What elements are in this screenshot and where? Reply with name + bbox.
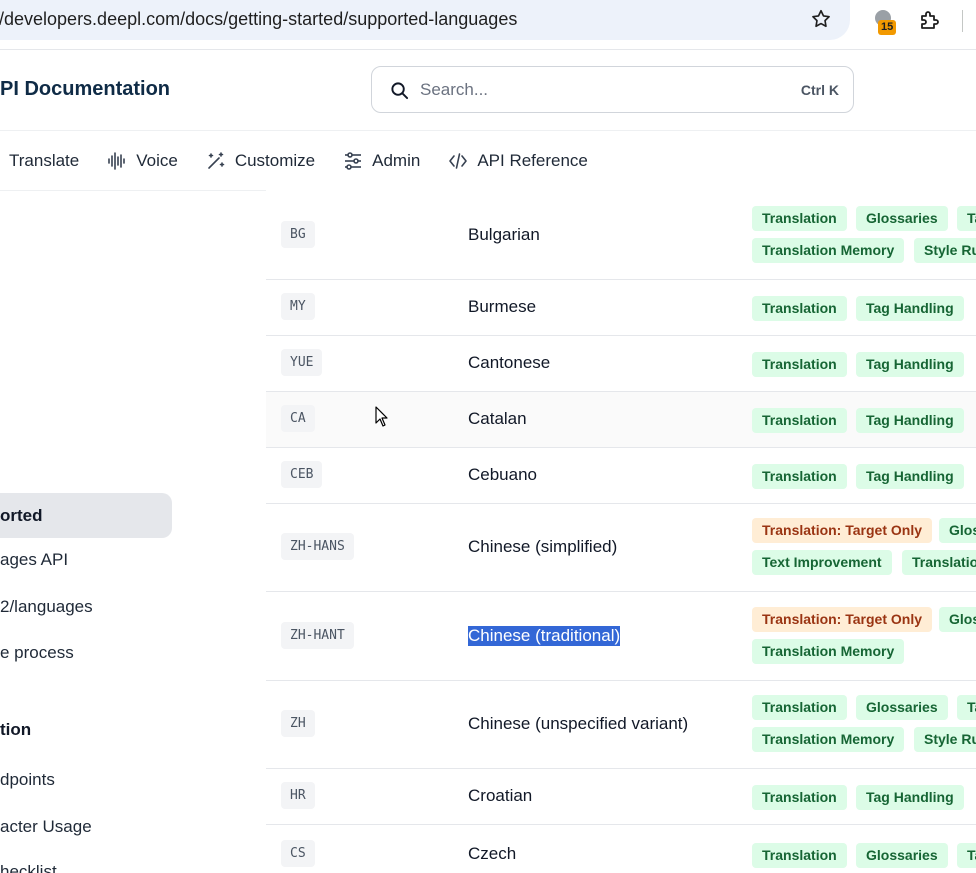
language-code: HR bbox=[281, 782, 315, 809]
sidebar-section-heading: tion bbox=[0, 720, 32, 739]
magic-wand-icon bbox=[208, 152, 225, 169]
table-row: CA Catalan Translation Tag Handling bbox=[266, 392, 976, 448]
language-code: YUE bbox=[281, 349, 323, 376]
sidebar-item-endpoints[interactable]: dpoints bbox=[0, 770, 55, 790]
tab-voice[interactable]: Voice bbox=[107, 140, 178, 182]
table-row: ZH-HANS Chinese (simplified) Translation: … bbox=[266, 504, 976, 592]
table-row: ZH-HANT Chinese (traditional) Translation:… bbox=[266, 592, 976, 681]
table-row: HR Croatian Translation Tag Handling bbox=[266, 769, 976, 825]
sliders-icon bbox=[345, 152, 362, 170]
tab-label: Voice bbox=[136, 151, 178, 170]
feature-badge: Translation Memory bbox=[752, 238, 905, 263]
language-name: Cantonese bbox=[468, 353, 551, 372]
table-row: CEB Cebuano Translation Tag Handling bbox=[266, 448, 976, 504]
language-name: Czech bbox=[468, 844, 517, 863]
feature-badge: Translation: Target Only bbox=[752, 518, 932, 543]
language-name: Bulgarian bbox=[468, 225, 540, 244]
language-code: MY bbox=[281, 293, 315, 320]
table-row: CS Czech Translation Glossaries Ta bbox=[266, 825, 976, 873]
tab-label: Translate bbox=[9, 151, 80, 170]
puzzle-icon[interactable] bbox=[918, 8, 942, 32]
language-name: Chinese (simplified) bbox=[468, 537, 618, 556]
mouse-cursor-icon bbox=[375, 406, 388, 427]
language-code: ZH bbox=[281, 710, 315, 737]
bookmark-star-icon[interactable] bbox=[810, 8, 832, 30]
tab-api-reference[interactable]: API Reference bbox=[448, 140, 588, 182]
feature-badge: Ta bbox=[957, 206, 976, 231]
tab-admin[interactable]: Admin bbox=[343, 140, 420, 182]
browser-toolbar: s://developers.deepl.com/docs/getting-st… bbox=[0, 0, 976, 50]
language-code: CA bbox=[281, 405, 315, 432]
feature-badge: Text Improvement bbox=[752, 550, 892, 575]
feature-badge: Translation Memory bbox=[752, 638, 905, 664]
feature-badge: Glossaries bbox=[856, 843, 948, 868]
table-row: YUE Cantonese Translation Tag Handling bbox=[266, 336, 976, 392]
feature-badge: Translation Memory bbox=[752, 727, 905, 752]
sidebar-item-supported[interactable]: orted bbox=[0, 493, 172, 538]
feature-badge: Tag Handling bbox=[856, 464, 964, 489]
tab-label: Admin bbox=[372, 151, 421, 170]
sidebar-item-languages-api[interactable]: ages API bbox=[0, 550, 68, 570]
table-row: MY Burmese Translation Tag Handling bbox=[266, 280, 976, 336]
feature-badge: Ta bbox=[957, 843, 976, 868]
language-name: Catalan bbox=[468, 409, 527, 428]
search-placeholder: Search... bbox=[420, 80, 489, 99]
feature-badge: Translation bbox=[752, 843, 847, 868]
sidebar-item-checklist[interactable]: hecklist bbox=[0, 862, 57, 873]
sidebar-item-v2-languages[interactable]: 2/languages bbox=[0, 597, 93, 617]
table-row: BG Bulgarian Translation Glossaries Ta Transl… bbox=[266, 192, 976, 280]
feature-badge: Ta bbox=[957, 695, 976, 720]
search-shortcut: Ctrl K bbox=[800, 82, 839, 98]
language-code: CS bbox=[281, 840, 315, 867]
feature-badge: Tag Handling bbox=[856, 785, 964, 810]
feature-badge: Translation bbox=[752, 206, 847, 231]
language-name: Croatian bbox=[468, 786, 533, 805]
feature-badge: Translation bbox=[752, 785, 847, 810]
table-row: ZH Chinese (unspecified variant) Translati… bbox=[266, 681, 976, 769]
feature-badge: Translation bbox=[752, 464, 847, 489]
sidebar: orted ages API 2/languages e process tio… bbox=[0, 191, 266, 873]
extension-badge: 15 bbox=[878, 20, 897, 35]
language-name: Chinese (unspecified variant) bbox=[468, 714, 689, 733]
language-code: BG bbox=[281, 221, 315, 248]
language-name: Chinese (traditional) bbox=[468, 625, 621, 646]
feature-badge: Glos bbox=[939, 606, 976, 632]
feature-badge: Translation bbox=[752, 352, 847, 377]
voice-wave-icon bbox=[108, 152, 126, 170]
toolbar-divider bbox=[962, 10, 963, 32]
tab-label: API Reference bbox=[477, 151, 588, 170]
search-box[interactable]: Search... Ctrl K bbox=[371, 66, 854, 113]
feature-badge: Translation bbox=[752, 695, 847, 720]
feature-badge: Tag Handling bbox=[856, 296, 964, 321]
address-bar[interactable]: s://developers.deepl.com/docs/getting-st… bbox=[0, 0, 850, 40]
header-divider bbox=[0, 130, 976, 131]
feature-badge: Glossaries bbox=[856, 206, 948, 231]
tab-customize[interactable]: Customize bbox=[206, 140, 315, 182]
language-name: Burmese bbox=[468, 297, 537, 316]
site-title[interactable]: PI Documentation bbox=[0, 78, 170, 101]
feature-badge: Translation bbox=[752, 408, 847, 433]
feature-badge: Style Ru bbox=[914, 727, 976, 752]
feature-badge: Style Ru bbox=[914, 238, 976, 263]
code-icon bbox=[449, 153, 468, 169]
search-icon bbox=[391, 82, 409, 100]
feature-badge: Tag Handling bbox=[856, 408, 964, 433]
language-code: CEB bbox=[281, 461, 323, 488]
feature-badge: Glos bbox=[939, 518, 976, 543]
tab-translate[interactable]: Translate bbox=[9, 140, 79, 182]
url-text[interactable]: s://developers.deepl.com/docs/getting-st… bbox=[0, 9, 517, 30]
feature-badge: Tag Handling bbox=[856, 352, 964, 377]
sidebar-item-character-usage[interactable]: acter Usage bbox=[0, 817, 92, 837]
nav-tabs: Translate Voice Customize Admin API Refe… bbox=[0, 140, 616, 182]
feature-badge: Translatio bbox=[902, 550, 976, 575]
language-code: ZH-HANS bbox=[281, 533, 354, 560]
language-code: ZH-HANT bbox=[281, 621, 354, 649]
feature-badge: Translation bbox=[752, 296, 847, 321]
sidebar-item-process[interactable]: e process bbox=[0, 643, 74, 663]
feature-badge: Translation: Target Only bbox=[752, 606, 932, 632]
language-name: Cebuano bbox=[468, 465, 538, 484]
feature-badge: Glossaries bbox=[856, 695, 948, 720]
tab-label: Customize bbox=[234, 151, 316, 170]
